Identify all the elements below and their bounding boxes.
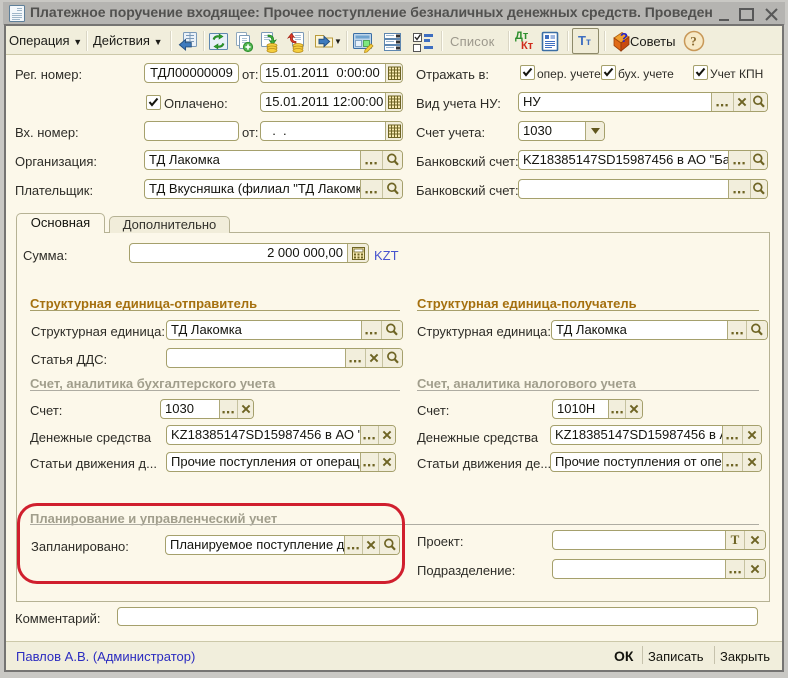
svg-text:?: ? <box>620 30 628 45</box>
svg-text:?: ? <box>690 34 697 49</box>
